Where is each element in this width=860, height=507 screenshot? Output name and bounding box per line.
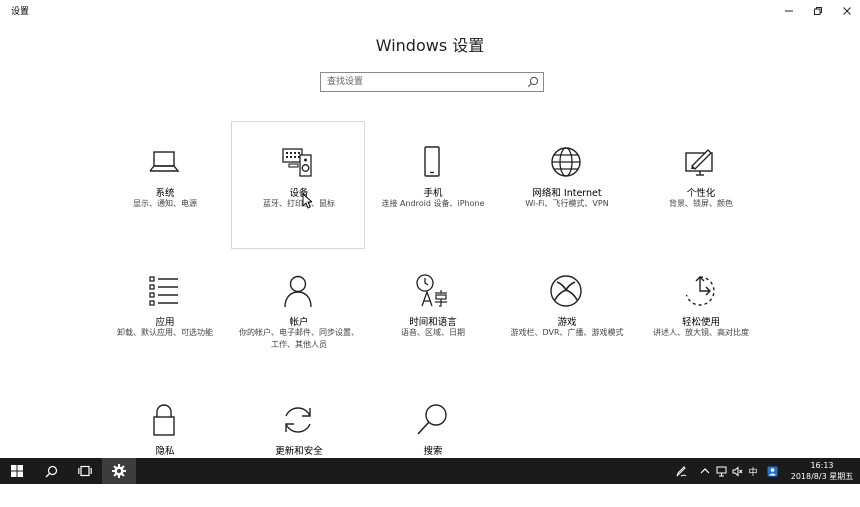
volume-icon xyxy=(732,465,742,477)
search-input[interactable] xyxy=(321,73,527,91)
tile-name: 手机 xyxy=(423,188,443,199)
input-indicator-button[interactable] xyxy=(764,458,780,484)
taskbar: 中 16:13 2018/8/3 星期五 xyxy=(0,458,860,484)
tile-name: 轻松使用 xyxy=(681,317,720,328)
windows-logo-icon xyxy=(11,465,23,477)
search-box[interactable] xyxy=(320,72,544,92)
minimize-icon xyxy=(784,10,793,12)
tile-name: 网络和 Internet xyxy=(532,188,602,199)
tile-search[interactable]: 搜索 xyxy=(365,379,499,507)
tile-name: 帐户 xyxy=(289,317,309,328)
tile-ease-of-access[interactable]: 轻松使用 讲述人、放大镜、高对比度 xyxy=(633,250,767,378)
mouse-cursor-icon xyxy=(302,193,312,209)
paint-pen-icon xyxy=(682,144,718,180)
person-icon xyxy=(280,273,316,309)
tile-name: 个性化 xyxy=(686,188,716,199)
gear-icon xyxy=(112,464,126,478)
search-icon[interactable] xyxy=(527,76,539,88)
laptop-icon xyxy=(146,144,182,180)
taskbar-clock[interactable]: 16:13 2018/8/3 星期五 xyxy=(786,460,858,482)
clock-language-icon xyxy=(414,273,450,309)
minimize-button[interactable] xyxy=(773,0,804,22)
close-button[interactable] xyxy=(831,0,860,22)
start-button[interactable] xyxy=(0,458,34,484)
tile-desc: 你的帐户、电子邮件、同步设置、工作、其他人员 xyxy=(239,328,359,349)
pen-icon xyxy=(676,466,687,477)
chevron-up-icon xyxy=(700,468,710,474)
tile-privacy[interactable]: 隐私 xyxy=(97,379,231,507)
tile-time-language[interactable]: 时间和语言 语音、区域、日期 xyxy=(365,250,499,378)
tile-phone[interactable]: 手机 连接 Android 设备、iPhone xyxy=(365,121,499,249)
tile-name: 隐私 xyxy=(155,446,175,457)
tile-desc: 显示、通知、电源 xyxy=(133,199,197,208)
tile-update-security[interactable]: 更新和安全 xyxy=(231,379,365,507)
tile-personalization[interactable]: 个性化 背景、锁屏、颜色 xyxy=(633,121,767,249)
globe-icon xyxy=(548,144,584,180)
clock-time: 16:13 xyxy=(810,461,834,470)
search-icon xyxy=(45,465,57,477)
tile-desc: 游戏栏、DVR、广播、游戏模式 xyxy=(510,328,624,337)
tile-name: 系统 xyxy=(155,188,175,199)
tile-system[interactable]: 系统 显示、通知、电源 xyxy=(97,121,231,249)
lock-icon xyxy=(146,402,182,438)
taskbar-search-button[interactable] xyxy=(34,458,68,484)
tile-name: 游戏 xyxy=(557,317,577,328)
task-view-button[interactable] xyxy=(68,458,102,484)
show-hidden-icons-button[interactable] xyxy=(698,458,712,484)
tile-desc: 语音、区域、日期 xyxy=(401,328,465,337)
tile-devices[interactable]: 设备 蓝牙、打印机、鼠标 xyxy=(231,121,365,249)
tile-desc: 连接 Android 设备、iPhone xyxy=(381,199,485,208)
network-icon xyxy=(716,466,726,476)
network-button[interactable] xyxy=(714,458,728,484)
tile-accounts[interactable]: 帐户 你的帐户、电子邮件、同步设置、工作、其他人员 xyxy=(231,250,365,378)
taskbar-settings-button[interactable] xyxy=(102,458,136,484)
tile-network[interactable]: 网络和 Internet Wi-Fi、飞行模式、VPN xyxy=(499,121,633,249)
keyboard-speaker-icon xyxy=(280,144,316,180)
tile-name: 应用 xyxy=(155,317,175,328)
tile-desc: Wi-Fi、飞行模式、VPN xyxy=(525,199,609,208)
tile-apps[interactable]: 应用 卸载、默认应用、可选功能 xyxy=(97,250,231,378)
ease-of-access-icon xyxy=(682,273,718,309)
tile-name: 设备 xyxy=(289,188,309,199)
window-title: 设置 xyxy=(11,7,30,17)
restore-icon xyxy=(813,7,822,15)
task-view-icon xyxy=(78,465,92,477)
tile-desc: 背景、锁屏、颜色 xyxy=(669,199,733,208)
page-title: Windows 设置 xyxy=(375,36,485,55)
volume-button[interactable] xyxy=(730,458,744,484)
tile-gaming[interactable]: 游戏 游戏栏、DVR、广播、游戏模式 xyxy=(499,250,633,378)
restore-button[interactable] xyxy=(802,0,833,22)
title-bar: 设置 xyxy=(0,0,860,22)
ime-mode-button[interactable]: 中 xyxy=(746,458,760,484)
apps-list-icon xyxy=(146,273,182,309)
tile-name: 时间和语言 xyxy=(409,317,457,328)
tile-desc: 讲述人、放大镜、高对比度 xyxy=(653,328,749,337)
pen-workspace-button[interactable] xyxy=(672,458,690,484)
tile-name: 更新和安全 xyxy=(275,446,323,457)
phone-icon xyxy=(414,144,450,180)
tile-name: 搜索 xyxy=(423,446,443,457)
magnifier-icon xyxy=(414,402,450,438)
tile-desc: 卸载、默认应用、可选功能 xyxy=(117,328,213,337)
tile-desc: 蓝牙、打印机、鼠标 xyxy=(263,199,335,208)
input-icon xyxy=(767,466,777,476)
close-icon xyxy=(842,7,851,15)
clock-date: 2018/8/3 星期五 xyxy=(790,472,854,481)
refresh-icon xyxy=(280,402,316,438)
xbox-icon xyxy=(548,273,584,309)
